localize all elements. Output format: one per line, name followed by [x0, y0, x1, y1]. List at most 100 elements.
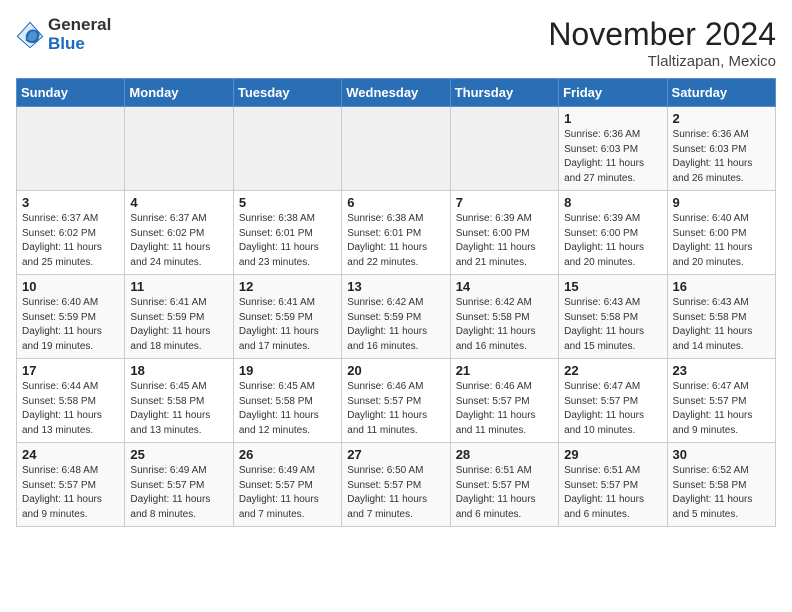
day-number: 5 — [239, 195, 336, 210]
day-number: 23 — [673, 363, 770, 378]
weekday-header-sunday: Sunday — [17, 79, 125, 107]
day-info: Sunrise: 6:48 AM Sunset: 5:57 PM Dayligh… — [22, 464, 119, 522]
weekday-header-tuesday: Tuesday — [233, 79, 341, 107]
day-number: 10 — [22, 279, 119, 294]
logo-icon — [16, 21, 44, 49]
day-info: Sunrise: 6:49 AM Sunset: 5:57 PM Dayligh… — [239, 464, 336, 522]
calendar-week-2: 3Sunrise: 6:37 AM Sunset: 6:02 PM Daylig… — [17, 191, 776, 275]
day-info: Sunrise: 6:36 AM Sunset: 6:03 PM Dayligh… — [564, 128, 661, 186]
day-number: 2 — [673, 111, 770, 126]
day-info: Sunrise: 6:41 AM Sunset: 5:59 PM Dayligh… — [130, 296, 227, 354]
day-number: 27 — [347, 447, 444, 462]
calendar-cell: 30Sunrise: 6:52 AM Sunset: 5:58 PM Dayli… — [667, 443, 775, 527]
calendar-week-4: 17 Sunrise: 6:44 AM Sunset: 5:58 PM Dayli… — [17, 359, 776, 443]
day-number: 17 — [22, 363, 119, 378]
page-header: General Blue November 2024 Tlaltizapan, … — [16, 16, 776, 70]
weekday-header-wednesday: Wednesday — [342, 79, 450, 107]
day-number: 1 — [564, 111, 661, 126]
day-info: Sunrise: 6:43 AM Sunset: 5:58 PM Dayligh… — [673, 296, 770, 354]
day-info: Sunrise: 6:44 AM Sunset: 5:58 PM Dayligh… — [22, 380, 119, 438]
day-info: Sunrise: 6:51 AM Sunset: 5:57 PM Dayligh… — [564, 464, 661, 522]
calendar-cell: 5 Sunrise: 6:38 AM Sunset: 6:01 PM Daylig… — [233, 191, 341, 275]
calendar-cell: 9 Sunrise: 6:40 AM Sunset: 6:00 PM Daylig… — [667, 191, 775, 275]
calendar-header: SundayMondayTuesdayWednesdayThursdayFrid… — [17, 79, 776, 107]
day-number: 30 — [673, 447, 770, 462]
calendar-cell: 27Sunrise: 6:50 AM Sunset: 5:57 PM Dayli… — [342, 443, 450, 527]
calendar-cell: 2Sunrise: 6:36 AM Sunset: 6:03 PM Daylig… — [667, 107, 775, 191]
calendar-cell: 4Sunrise: 6:37 AM Sunset: 6:02 PM Daylig… — [125, 191, 233, 275]
main-title: November 2024 — [548, 16, 776, 53]
calendar-table: SundayMondayTuesdayWednesdayThursdayFrid… — [16, 78, 776, 527]
calendar-cell: 1 Sunrise: 6:36 AM Sunset: 6:03 PM Daylig… — [559, 107, 667, 191]
calendar-cell: 14Sunrise: 6:42 AM Sunset: 5:58 PM Dayli… — [450, 275, 558, 359]
day-info: Sunrise: 6:45 AM Sunset: 5:58 PM Dayligh… — [130, 380, 227, 438]
day-info: Sunrise: 6:45 AM Sunset: 5:58 PM Dayligh… — [239, 380, 336, 438]
calendar-cell: 17 Sunrise: 6:44 AM Sunset: 5:58 PM Dayli… — [17, 359, 125, 443]
day-number: 28 — [456, 447, 553, 462]
day-info: Sunrise: 6:43 AM Sunset: 5:58 PM Dayligh… — [564, 296, 661, 354]
day-info: Sunrise: 6:47 AM Sunset: 5:57 PM Dayligh… — [673, 380, 770, 438]
day-number: 20 — [347, 363, 444, 378]
calendar-cell: 26Sunrise: 6:49 AM Sunset: 5:57 PM Dayli… — [233, 443, 341, 527]
calendar-week-3: 10 Sunrise: 6:40 AM Sunset: 5:59 PM Dayli… — [17, 275, 776, 359]
weekday-header-row: SundayMondayTuesdayWednesdayThursdayFrid… — [17, 79, 776, 107]
day-info: Sunrise: 6:40 AM Sunset: 5:59 PM Dayligh… — [22, 296, 119, 354]
calendar-cell: 6Sunrise: 6:38 AM Sunset: 6:01 PM Daylig… — [342, 191, 450, 275]
day-info: Sunrise: 6:40 AM Sunset: 6:00 PM Dayligh… — [673, 212, 770, 270]
subtitle: Tlaltizapan, Mexico — [548, 53, 776, 70]
day-info: Sunrise: 6:37 AM Sunset: 6:02 PM Dayligh… — [22, 212, 119, 270]
logo: General Blue — [16, 16, 111, 53]
calendar-cell: 11 Sunrise: 6:41 AM Sunset: 5:59 PM Dayli… — [125, 275, 233, 359]
weekday-header-thursday: Thursday — [450, 79, 558, 107]
calendar-cell — [233, 107, 341, 191]
calendar-cell: 7Sunrise: 6:39 AM Sunset: 6:00 PM Daylig… — [450, 191, 558, 275]
day-number: 24 — [22, 447, 119, 462]
calendar-cell — [125, 107, 233, 191]
calendar-cell: 25Sunrise: 6:49 AM Sunset: 5:57 PM Dayli… — [125, 443, 233, 527]
day-number: 22 — [564, 363, 661, 378]
calendar-cell: 19Sunrise: 6:45 AM Sunset: 5:58 PM Dayli… — [233, 359, 341, 443]
day-number: 11 — [130, 279, 227, 294]
weekday-header-friday: Friday — [559, 79, 667, 107]
calendar-cell: 10 Sunrise: 6:40 AM Sunset: 5:59 PM Dayli… — [17, 275, 125, 359]
calendar-cell: 24 Sunrise: 6:48 AM Sunset: 5:57 PM Dayli… — [17, 443, 125, 527]
day-info: Sunrise: 6:41 AM Sunset: 5:59 PM Dayligh… — [239, 296, 336, 354]
weekday-header-saturday: Saturday — [667, 79, 775, 107]
day-info: Sunrise: 6:38 AM Sunset: 6:01 PM Dayligh… — [239, 212, 336, 270]
day-info: Sunrise: 6:46 AM Sunset: 5:57 PM Dayligh… — [456, 380, 553, 438]
calendar-cell: 20 Sunrise: 6:46 AM Sunset: 5:57 PM Dayli… — [342, 359, 450, 443]
weekday-header-monday: Monday — [125, 79, 233, 107]
day-info: Sunrise: 6:39 AM Sunset: 6:00 PM Dayligh… — [564, 212, 661, 270]
day-number: 9 — [673, 195, 770, 210]
day-number: 29 — [564, 447, 661, 462]
day-info: Sunrise: 6:42 AM Sunset: 5:59 PM Dayligh… — [347, 296, 444, 354]
calendar-week-5: 24 Sunrise: 6:48 AM Sunset: 5:57 PM Dayli… — [17, 443, 776, 527]
day-number: 15 — [564, 279, 661, 294]
day-info: Sunrise: 6:37 AM Sunset: 6:02 PM Dayligh… — [130, 212, 227, 270]
day-info: Sunrise: 6:51 AM Sunset: 5:57 PM Dayligh… — [456, 464, 553, 522]
day-number: 8 — [564, 195, 661, 210]
calendar-cell: 8 Sunrise: 6:39 AM Sunset: 6:00 PM Daylig… — [559, 191, 667, 275]
day-info: Sunrise: 6:47 AM Sunset: 5:57 PM Dayligh… — [564, 380, 661, 438]
calendar-cell: 18Sunrise: 6:45 AM Sunset: 5:58 PM Dayli… — [125, 359, 233, 443]
logo-general: General — [48, 16, 111, 35]
calendar-cell: 12Sunrise: 6:41 AM Sunset: 5:59 PM Dayli… — [233, 275, 341, 359]
day-number: 7 — [456, 195, 553, 210]
day-number: 6 — [347, 195, 444, 210]
title-block: November 2024 Tlaltizapan, Mexico — [548, 16, 776, 70]
day-number: 21 — [456, 363, 553, 378]
logo-blue: Blue — [48, 35, 111, 54]
day-info: Sunrise: 6:46 AM Sunset: 5:57 PM Dayligh… — [347, 380, 444, 438]
calendar-cell: 23 Sunrise: 6:47 AM Sunset: 5:57 PM Dayli… — [667, 359, 775, 443]
calendar-cell: 22 Sunrise: 6:47 AM Sunset: 5:57 PM Dayli… — [559, 359, 667, 443]
day-info: Sunrise: 6:49 AM Sunset: 5:57 PM Dayligh… — [130, 464, 227, 522]
logo-text: General Blue — [48, 16, 111, 53]
calendar-cell: 15 Sunrise: 6:43 AM Sunset: 5:58 PM Dayli… — [559, 275, 667, 359]
calendar-cell: 21 Sunrise: 6:46 AM Sunset: 5:57 PM Dayli… — [450, 359, 558, 443]
calendar-cell — [17, 107, 125, 191]
calendar-cell: 3Sunrise: 6:37 AM Sunset: 6:02 PM Daylig… — [17, 191, 125, 275]
calendar-cell: 13Sunrise: 6:42 AM Sunset: 5:59 PM Dayli… — [342, 275, 450, 359]
calendar-body: 1 Sunrise: 6:36 AM Sunset: 6:03 PM Daylig… — [17, 107, 776, 527]
day-number: 14 — [456, 279, 553, 294]
calendar-cell — [342, 107, 450, 191]
